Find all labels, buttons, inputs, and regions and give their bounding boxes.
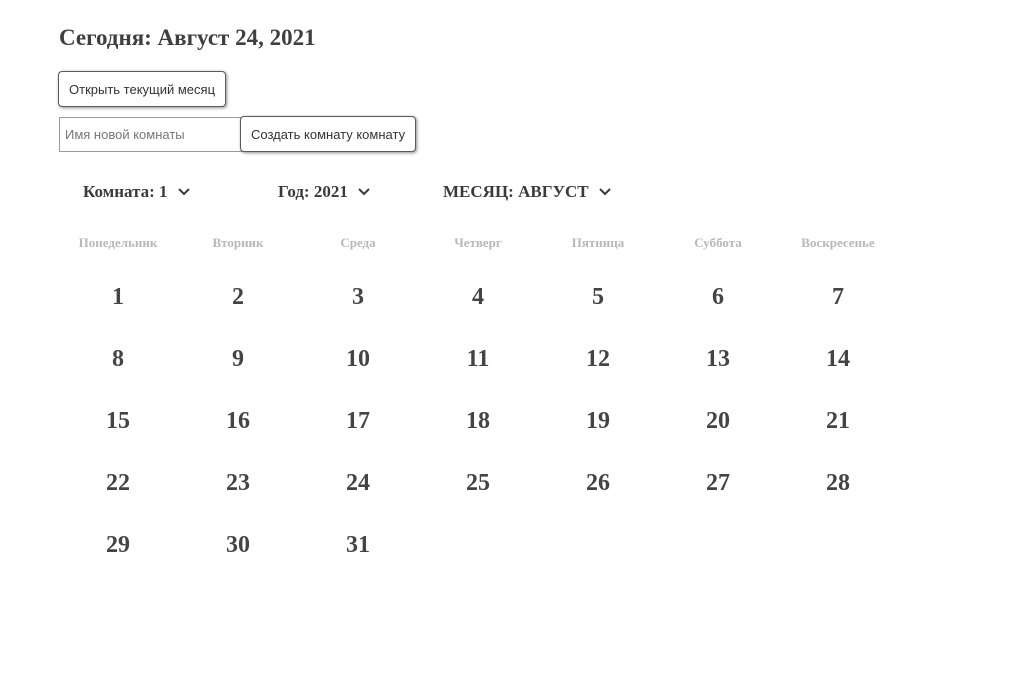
calendar-day[interactable]: 27 — [658, 463, 778, 503]
weekday-header: Четверг — [454, 235, 502, 250]
weekday-header: Воскресенье — [801, 235, 875, 250]
calendar-day[interactable]: 23 — [178, 463, 298, 503]
month-select[interactable]: МЕСЯЦ: АВГУСТ — [443, 182, 612, 202]
room-select-label: Комната: 1 — [83, 182, 168, 201]
weekday-header: Среда — [340, 235, 376, 250]
year-select[interactable]: Год: 2021 — [278, 182, 371, 202]
chevron-down-icon — [598, 187, 612, 197]
weekday-header: Вторник — [212, 235, 264, 250]
month-select-label: МЕСЯЦ: АВГУСТ — [443, 182, 589, 201]
calendar-day[interactable]: 24 — [298, 463, 418, 503]
calendar-day[interactable]: 3 — [298, 277, 418, 317]
calendar-day[interactable]: 4 — [418, 277, 538, 317]
calendar-day[interactable]: 10 — [298, 339, 418, 379]
weekday-header: Понедельник — [78, 235, 158, 250]
calendar-day[interactable]: 31 — [298, 525, 418, 565]
calendar-day[interactable]: 11 — [418, 339, 538, 379]
calendar-day[interactable]: 16 — [178, 401, 298, 441]
new-room-name-input[interactable] — [59, 117, 243, 152]
calendar-day[interactable]: 26 — [538, 463, 658, 503]
chevron-down-icon — [357, 187, 371, 197]
calendar-day[interactable]: 15 — [58, 401, 178, 441]
room-select[interactable]: Комната: 1 — [83, 182, 191, 202]
calendar-day[interactable]: 17 — [298, 401, 418, 441]
chevron-down-icon — [177, 187, 191, 197]
calendar-day[interactable]: 6 — [658, 277, 778, 317]
weekday-header: Суббота — [694, 235, 742, 250]
calendar-day[interactable]: 19 — [538, 401, 658, 441]
calendar-day[interactable]: 22 — [58, 463, 178, 503]
weekday-header: Пятница — [571, 235, 625, 250]
calendar-day[interactable]: 7 — [778, 277, 898, 317]
calendar-day[interactable]: 13 — [658, 339, 778, 379]
calendar-day[interactable]: 20 — [658, 401, 778, 441]
calendar-day[interactable]: 18 — [418, 401, 538, 441]
calendar-day[interactable]: 9 — [178, 339, 298, 379]
open-current-month-button[interactable]: Открыть текущий месяц — [58, 71, 227, 107]
calendar-day[interactable]: 28 — [778, 463, 898, 503]
year-select-label: Год: 2021 — [278, 182, 348, 201]
create-room-button[interactable]: Создать комнату комнату — [240, 116, 417, 152]
calendar-day[interactable]: 2 — [178, 277, 298, 317]
calendar-day[interactable]: 21 — [778, 401, 898, 441]
calendar-day[interactable]: 1 — [58, 277, 178, 317]
calendar-day[interactable]: 29 — [58, 525, 178, 565]
calendar-day[interactable]: 14 — [778, 339, 898, 379]
calendar-day[interactable]: 8 — [58, 339, 178, 379]
calendar-day[interactable]: 30 — [178, 525, 298, 565]
calendar-day[interactable]: 5 — [538, 277, 658, 317]
calendar-day[interactable]: 25 — [418, 463, 538, 503]
page-title: Сегодня: Август 24, 2021 — [59, 25, 316, 50]
calendar-day[interactable]: 12 — [538, 339, 658, 379]
